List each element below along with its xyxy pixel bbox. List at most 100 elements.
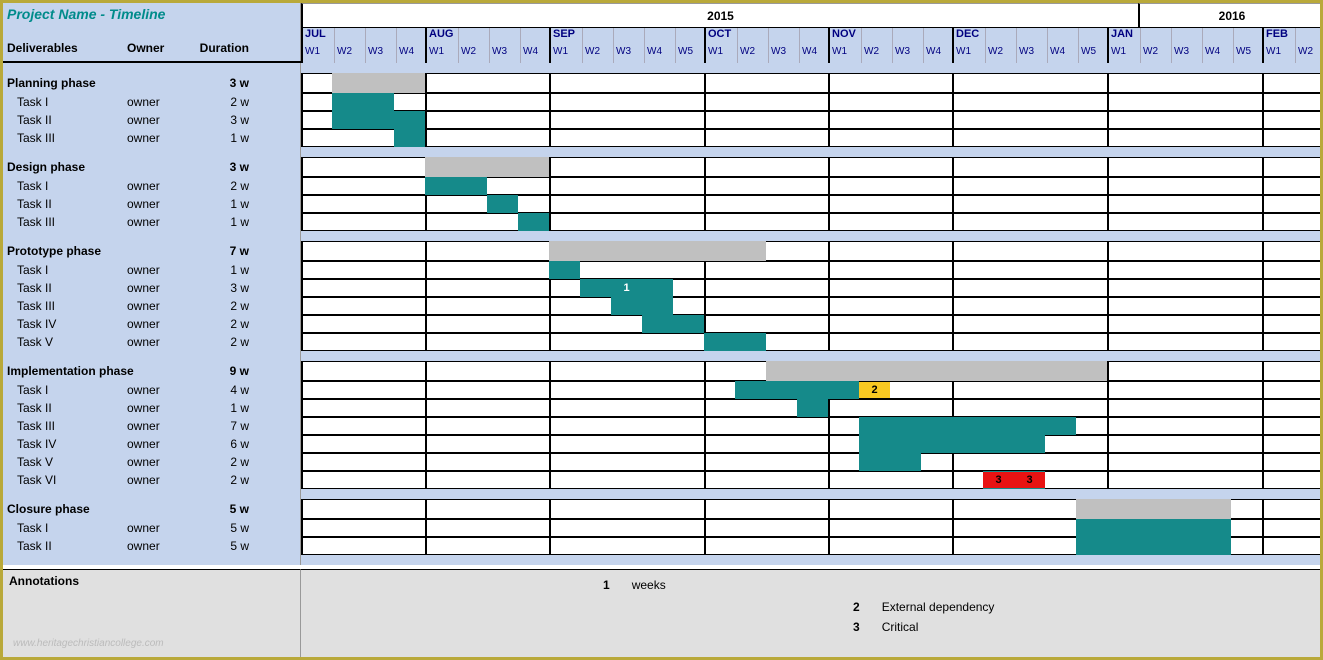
legend-text-3: Critical: [872, 618, 1005, 636]
task-name: Task I: [7, 263, 127, 277]
month-jan: JANW1W2W3W4W5: [1107, 28, 1262, 63]
task-bar[interactable]: [332, 93, 394, 111]
task-name: Task III: [7, 215, 127, 229]
owner: owner: [127, 539, 197, 553]
task-row: Task Vowner2 w: [3, 453, 1320, 471]
duration: 2 w: [197, 335, 267, 349]
task-row: Task Iowner2 w: [3, 177, 1320, 195]
week-label: W2: [461, 46, 476, 57]
task-name: Task III: [7, 419, 127, 433]
task-row: Task IIowner3 w1: [3, 279, 1320, 297]
owner: owner: [127, 215, 197, 229]
task-bar[interactable]: [425, 177, 487, 195]
task-bar[interactable]: [859, 417, 1076, 435]
week-label: W3: [1019, 46, 1034, 57]
task-row: Task IIowner1 w: [3, 195, 1320, 213]
task-name: Task IV: [7, 437, 127, 451]
year-2015: 2015: [301, 3, 1138, 27]
owner: owner: [127, 131, 197, 145]
task-bar[interactable]: [518, 213, 549, 231]
task-name: Task III: [7, 131, 127, 145]
header-columns-row: Deliverables Owner Duration JULW1W2W3W4A…: [3, 27, 1320, 63]
phase-row: Planning phase3 w: [3, 73, 1320, 93]
phase-name: Design phase: [7, 160, 127, 174]
task-name: Task II: [7, 281, 127, 295]
week-label: W3: [368, 46, 383, 57]
task-bar[interactable]: [487, 195, 518, 213]
duration: 2 w: [197, 95, 267, 109]
month-aug: AUGW1W2W3W4: [425, 28, 549, 63]
phase-row: Prototype phase7 w: [3, 241, 1320, 261]
month-oct: OCTW1W2W3W4: [704, 28, 828, 63]
phase-name: Implementation phase: [7, 364, 127, 378]
spacer: [3, 351, 1320, 361]
annotation-marker: 2: [859, 382, 890, 398]
summary-bar[interactable]: [332, 73, 425, 93]
task-bar[interactable]: [1076, 537, 1231, 555]
duration: 5 w: [197, 539, 267, 553]
duration: 7 w: [197, 244, 267, 258]
owner: owner: [127, 419, 197, 433]
duration: 2 w: [197, 455, 267, 469]
task-name: Task II: [7, 401, 127, 415]
task-bar[interactable]: [394, 129, 425, 147]
gantt-body: Planning phase3 wTask Iowner2 wTask IIow…: [3, 63, 1320, 565]
week-label: W1: [305, 46, 320, 57]
summary-bar[interactable]: [1076, 499, 1231, 519]
week-label: W4: [1205, 46, 1220, 57]
owner: owner: [127, 437, 197, 451]
task-bar[interactable]: [332, 111, 425, 129]
summary-bar[interactable]: [766, 361, 1107, 381]
summary-bar[interactable]: [549, 241, 766, 261]
owner: owner: [127, 95, 197, 109]
week-label: W5: [678, 46, 693, 57]
task-bar[interactable]: [1076, 519, 1231, 537]
task-bar[interactable]: [797, 399, 828, 417]
annotations-legend: 1weeks 2External dependency 3Critical: [301, 569, 1320, 660]
task-bar[interactable]: [642, 315, 704, 333]
week-label: W2: [585, 46, 600, 57]
week-label: W1: [832, 46, 847, 57]
week-label: W1: [553, 46, 568, 57]
spacer: [3, 147, 1320, 157]
week-label: W3: [771, 46, 786, 57]
task-row: Task VIowner2 w33: [3, 471, 1320, 489]
owner: owner: [127, 521, 197, 535]
task-name: Task IV: [7, 317, 127, 331]
legend-num-3: 3: [853, 620, 860, 634]
owner: owner: [127, 455, 197, 469]
task-name: Task V: [7, 455, 127, 469]
task-name: Task I: [7, 179, 127, 193]
duration: 2 w: [197, 473, 267, 487]
task-bar[interactable]: [549, 261, 580, 279]
duration: 1 w: [197, 263, 267, 277]
duration: 3 w: [197, 160, 267, 174]
owner: owner: [127, 401, 197, 415]
legend-num-2: 2: [853, 600, 860, 614]
task-name: Task I: [7, 383, 127, 397]
task-bar[interactable]: [859, 453, 921, 471]
summary-bar[interactable]: [425, 157, 549, 177]
month-nov: NOVW1W2W3W4: [828, 28, 952, 63]
week-label: W2: [337, 46, 352, 57]
owner: owner: [127, 317, 197, 331]
task-bar[interactable]: [859, 435, 1045, 453]
legend-table-2: 2External dependency 3Critical: [841, 596, 1006, 638]
task-name: Task II: [7, 197, 127, 211]
month-dec: DECW1W2W3W4W5: [952, 28, 1107, 63]
owner: owner: [127, 197, 197, 211]
task-name: Task II: [7, 113, 127, 127]
task-name: Task III: [7, 299, 127, 313]
week-label: W5: [1081, 46, 1096, 57]
owner: owner: [127, 263, 197, 277]
task-row: Task IIIowner1 w: [3, 129, 1320, 147]
task-bar[interactable]: [704, 333, 766, 351]
year-2016: 2016: [1138, 3, 1323, 27]
task-bar[interactable]: [611, 297, 673, 315]
spacer: [3, 231, 1320, 241]
gantt-frame: Project Name - Timeline 20152016 Deliver…: [0, 0, 1323, 660]
duration: 1 w: [197, 197, 267, 211]
week-label: W1: [1111, 46, 1126, 57]
task-bar[interactable]: [735, 381, 859, 399]
week-label: W2: [864, 46, 879, 57]
